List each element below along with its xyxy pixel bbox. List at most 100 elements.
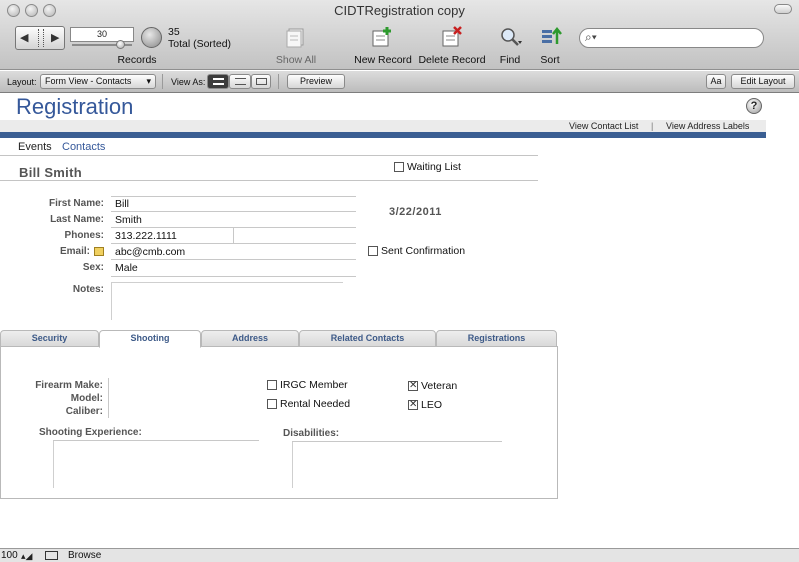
help-icon[interactable]: ? [746,98,762,114]
tab-address[interactable]: Address [201,330,299,347]
leo-label: LEO [421,399,443,411]
first-name-field[interactable]: Bill [115,198,129,210]
sent-confirmation-checkbox[interactable] [368,246,378,256]
current-record-field[interactable]: 30 [70,27,134,42]
last-name-label: Last Name: [50,214,104,225]
found-set-pie-icon [141,27,162,48]
tab-contacts[interactable]: Contacts [62,141,105,153]
text-formatting-button[interactable]: Aa [706,74,726,89]
leo-checkbox[interactable]: ✕ [408,400,418,410]
next-record-icon[interactable]: ▶ [51,31,59,44]
field-border [53,440,259,441]
record-slider-knob[interactable] [116,40,125,49]
sex-field[interactable]: Male [115,262,138,274]
tab-events[interactable]: Events [18,141,52,153]
layout-separator [162,74,163,89]
page-title: Registration [16,94,134,119]
email-send-icon[interactable] [94,247,104,256]
veteran-checkbox[interactable]: ✕ [408,381,418,391]
view-contact-list-link[interactable]: View Contact List [569,121,638,131]
veteran-label: Veteran [421,380,458,392]
toolbar-toggle-button[interactable] [774,4,792,14]
divider [0,180,538,181]
zoom-level[interactable]: 100 [1,550,18,561]
edit-layout-button[interactable]: Edit Layout [731,74,795,89]
sent-confirmation-label: Sent Confirmation [381,245,466,257]
new-record-button[interactable]: New Record [350,54,416,66]
last-name-field[interactable]: Smith [115,214,142,226]
sort-icon[interactable] [540,26,564,48]
previous-record-icon[interactable]: ◀ [20,31,28,44]
table-view-icon [256,78,267,85]
phone-field[interactable]: 313.222.1111 [115,230,177,242]
search-icon: ⌕▾ [585,30,597,44]
status-bar [0,548,799,562]
rental-needed-label: Rental Needed [280,398,351,410]
new-record-icon[interactable] [370,26,394,48]
status-toolbar-toggle-icon[interactable] [45,551,58,560]
irgc-member-checkbox[interactable] [267,380,277,390]
field-border [111,196,356,197]
show-all-button[interactable]: Show All [266,54,326,66]
rental-needed-checkbox[interactable] [267,399,277,409]
find-button[interactable]: Find [494,54,526,66]
delete-record-icon[interactable] [440,26,464,48]
window-title: CIDTRegistration copy [334,3,465,18]
show-all-icon[interactable] [284,26,308,48]
find-icon[interactable] [499,26,523,48]
records-label: Records [117,54,157,66]
caliber-label: Caliber: [65,406,103,417]
sort-button[interactable]: Sort [534,54,566,66]
link-separator: | [651,121,654,131]
zoom-controls-icon[interactable]: ▴◢ [21,551,32,562]
field-border [111,276,356,277]
delete-record-button[interactable]: Delete Record [416,54,488,66]
email-field[interactable]: abc@cmb.com [115,246,185,258]
tab-shooting[interactable]: Shooting [99,330,201,348]
view-as-label: View As: [171,77,206,87]
layout-separator-2 [278,74,279,89]
irgc-member-label: IRGC Member [280,379,348,391]
notes-field[interactable] [111,282,343,320]
waiting-list-checkbox[interactable] [394,162,404,172]
field-border [233,228,234,244]
shooting-experience-label: Shooting Experience: [39,427,142,438]
registration-date: 3/22/2011 [389,206,442,218]
accent-bar [0,132,766,138]
layout-label: Layout: [7,77,37,87]
form-view-button[interactable] [207,74,229,89]
divider [0,155,538,156]
model-label: Model: [70,393,103,404]
firearm-fields[interactable] [108,378,109,418]
quick-find-input[interactable] [579,28,764,48]
record-status: Total (Sorted) [168,38,232,50]
layout-select-value: Form View - Contacts [45,76,132,86]
view-address-labels-link[interactable]: View Address Labels [666,121,749,131]
book-spine-icon [38,29,44,47]
shooting-experience-field[interactable] [53,441,54,488]
form-view-icon [213,78,224,85]
field-border [111,211,356,212]
disabilities-label: Disabilities: [283,428,340,439]
first-name-label: First Name: [48,198,104,209]
tab-related-contacts[interactable]: Related Contacts [299,330,436,347]
table-view-button[interactable] [251,74,271,89]
tab-registrations[interactable]: Registrations [436,330,557,347]
mode-indicator[interactable]: Browse [68,550,101,561]
record-count: 35 [168,26,180,38]
list-view-button[interactable] [229,74,251,89]
tab-security[interactable]: Security [0,330,99,347]
record-book-navigator[interactable]: ◀ ▶ [15,26,65,50]
phones-label: Phones: [64,230,104,241]
sex-label: Sex: [82,262,104,273]
layout-select[interactable]: Form View - Contacts ▾ [40,74,156,89]
contact-name: Bill Smith [19,165,82,180]
dropdown-arrow-icon: ▾ [146,76,151,86]
list-view-icon [235,78,246,85]
field-border [292,441,502,442]
firearm-make-label: Firearm Make: [35,380,103,391]
disabilities-field[interactable] [292,442,293,488]
preview-button[interactable]: Preview [287,74,345,89]
waiting-list-label: Waiting List [407,161,461,173]
field-border [111,259,356,260]
